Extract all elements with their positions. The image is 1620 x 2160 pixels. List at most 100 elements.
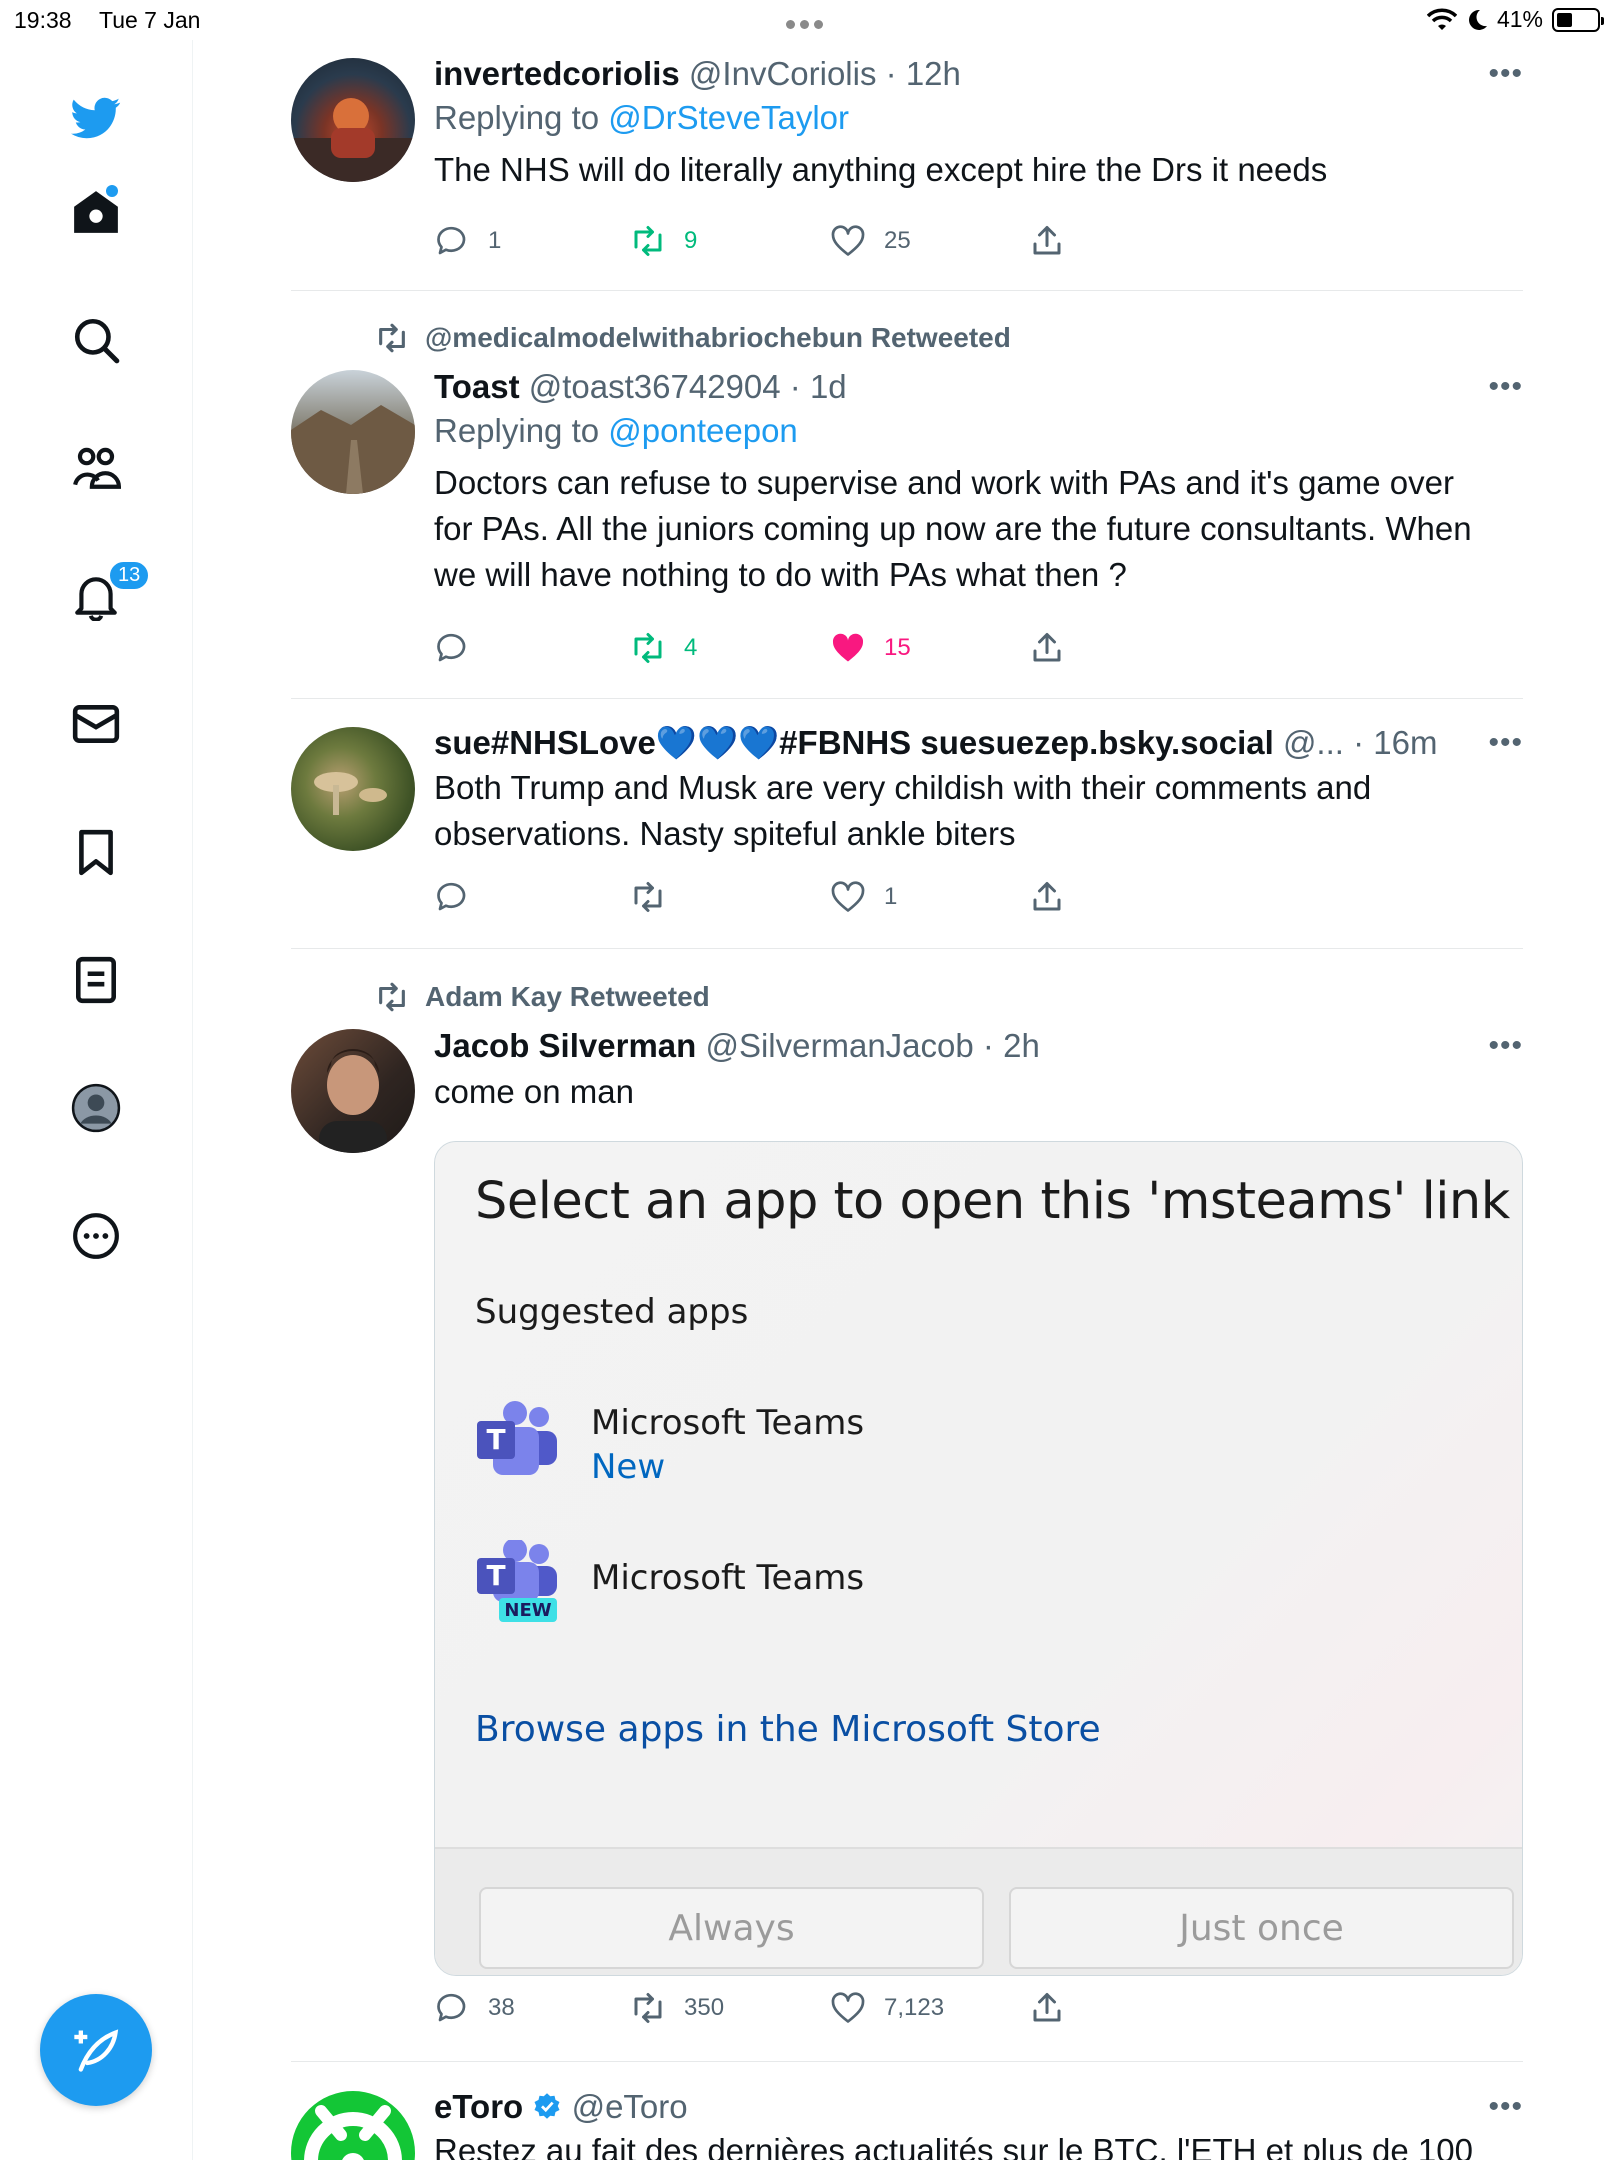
heart-icon (831, 1992, 865, 2023)
share-button[interactable] (1029, 223, 1065, 259)
retweet-icon (634, 1993, 662, 2023)
tweet-header: sue#NHSLove💙💙💙#FBNHS suesuezep.bsky.soci… (434, 724, 1438, 761)
user-handle[interactable]: @SilvermanJacob (705, 1027, 973, 1064)
svg-text:T: T (486, 1559, 505, 1592)
sidebar-nav: 13 (0, 40, 193, 2160)
reply-count: 38 (488, 1994, 515, 2021)
tweet-divider (291, 948, 1523, 949)
user-handle[interactable]: @... (1283, 724, 1344, 761)
heart-icon (831, 881, 865, 912)
tweet-actions: 4 15 (434, 630, 1114, 670)
avatar[interactable] (291, 1029, 415, 1153)
communities-icon[interactable] (66, 438, 126, 498)
wifi-icon (1426, 8, 1457, 30)
more-options-circle-icon[interactable] (66, 1206, 126, 1266)
like-count: 15 (884, 634, 911, 661)
tweet-text: Restez au fait des dernières actualités … (434, 2132, 1473, 2160)
profile-avatar-icon[interactable] (66, 1078, 126, 1138)
tweet-header: Jacob Silverman @SilvermanJacob · 2h (434, 1027, 1040, 1064)
share-icon (1033, 882, 1061, 911)
user-handle[interactable]: @eToro (572, 2088, 688, 2125)
tweet-card[interactable]: eToro @eToro Restez au fait des dernière… (291, 2088, 1523, 2160)
user-name[interactable]: Jacob Silverman (434, 1027, 696, 1064)
app-new-tag: New (591, 1447, 666, 1487)
reply-button[interactable] (434, 630, 488, 666)
tweet-more-icon[interactable]: ••• (1488, 370, 1523, 404)
tweet-card[interactable]: Adam Kay Retweeted Jacob Silverman @Silv… (291, 977, 1523, 2037)
search-icon[interactable] (66, 310, 126, 370)
status-date: Tue 7 Jan (99, 7, 201, 33)
reply-icon (437, 882, 466, 911)
compose-tweet-button[interactable] (40, 1994, 152, 2106)
retweeted-by-row: @medicalmodelwithabriochebun Retweeted (375, 321, 1011, 355)
reply-button[interactable]: 1 (434, 223, 501, 259)
retweet-button[interactable]: 4 (630, 630, 697, 666)
replying-to: Replying to @ponteepon (434, 412, 798, 449)
reply-button[interactable]: 38 (434, 1990, 515, 2026)
avatar[interactable] (291, 58, 415, 182)
multitasking-dots-icon[interactable] (786, 8, 834, 30)
retweet-button[interactable]: 9 (630, 223, 697, 259)
user-name[interactable]: sue#NHSLove💙💙💙#FBNHS suesuezep.bsky.soci… (434, 724, 1274, 761)
like-button[interactable]: 25 (830, 223, 911, 259)
avatar[interactable] (291, 370, 415, 494)
tweet-card[interactable]: @medicalmodelwithabriochebun Retweeted T… (291, 318, 1523, 688)
card-footer: Always Just once (435, 1847, 1522, 1975)
tweet-time[interactable]: 12h (906, 55, 961, 92)
tweet-time[interactable]: 16m (1373, 724, 1437, 761)
status-time: 19:38 (14, 7, 72, 33)
battery-icon (1552, 7, 1604, 32)
tweet-card[interactable]: sue#NHSLove💙💙💙#FBNHS suesuezep.bsky.soci… (291, 724, 1523, 944)
reply-icon (437, 1993, 466, 2022)
retweeted-by-label[interactable]: Adam Kay Retweeted (425, 981, 710, 1013)
bookmark-icon[interactable] (66, 822, 126, 882)
share-icon (1033, 226, 1061, 255)
tweet-more-icon[interactable]: ••• (1488, 726, 1523, 760)
user-handle[interactable]: @toast36742904 (529, 368, 781, 405)
share-button[interactable] (1029, 630, 1065, 666)
share-icon (1033, 1993, 1061, 2022)
notifications-bell-icon[interactable]: 13 (66, 560, 151, 626)
like-button[interactable]: 7,123 (830, 1990, 944, 2026)
retweet-icon (634, 633, 662, 663)
avatar[interactable] (291, 727, 415, 851)
reply-count: 1 (488, 227, 502, 254)
tweet-time[interactable]: 1d (810, 368, 847, 405)
tweet-text: come on man (434, 1073, 634, 1110)
mention-link[interactable]: @DrSteveTaylor (608, 99, 849, 136)
user-name[interactable]: Toast (434, 368, 520, 405)
tweet-text: Doctors can refuse to supervise and work… (434, 464, 1472, 593)
tweet-more-icon[interactable]: ••• (1488, 57, 1523, 91)
tweet-more-icon[interactable]: ••• (1488, 1029, 1523, 1063)
tweet-actions: 38 350 7,123 (434, 1990, 1114, 2030)
retweet-button[interactable] (630, 879, 684, 915)
retweeted-by-label[interactable]: @medicalmodelwithabriochebun Retweeted (425, 322, 1011, 354)
retweet-count: 4 (684, 634, 698, 661)
svg-text:T: T (486, 1423, 505, 1456)
like-button[interactable]: 1 (830, 879, 897, 915)
user-name[interactable]: eToro (434, 2088, 523, 2125)
tweet-time[interactable]: 2h (1003, 1027, 1040, 1064)
tweet-more-icon[interactable]: ••• (1488, 2090, 1523, 2124)
lists-icon[interactable] (66, 950, 126, 1010)
tweet-card[interactable]: invertedcoriolis @InvCoriolis · 12h Repl… (291, 55, 1523, 285)
tweet-image-card[interactable]: Select an app to open this 'msteams' lin… (434, 1141, 1523, 1976)
mention-link[interactable]: @ponteepon (608, 412, 798, 449)
messages-mail-icon[interactable] (66, 694, 126, 754)
home-icon[interactable] (66, 182, 126, 242)
share-button[interactable] (1029, 1990, 1065, 2026)
avatar[interactable] (291, 2091, 415, 2160)
reply-button[interactable] (434, 879, 488, 915)
tweet-header: Toast @toast36742904 · 1d (434, 368, 847, 405)
user-handle[interactable]: @InvCoriolis (689, 55, 877, 92)
retweet-icon (634, 226, 662, 256)
tweet-text: The NHS will do literally anything excep… (434, 151, 1328, 188)
retweet-button[interactable]: 350 (630, 1990, 724, 2026)
like-button[interactable]: 15 (830, 630, 911, 666)
replying-to: Replying to @DrSteveTaylor (434, 99, 850, 136)
tweet-divider (291, 2061, 1523, 2062)
user-name[interactable]: invertedcoriolis (434, 55, 680, 92)
like-count: 1 (884, 883, 898, 910)
twitter-logo-icon[interactable] (66, 88, 126, 148)
share-button[interactable] (1029, 879, 1065, 915)
